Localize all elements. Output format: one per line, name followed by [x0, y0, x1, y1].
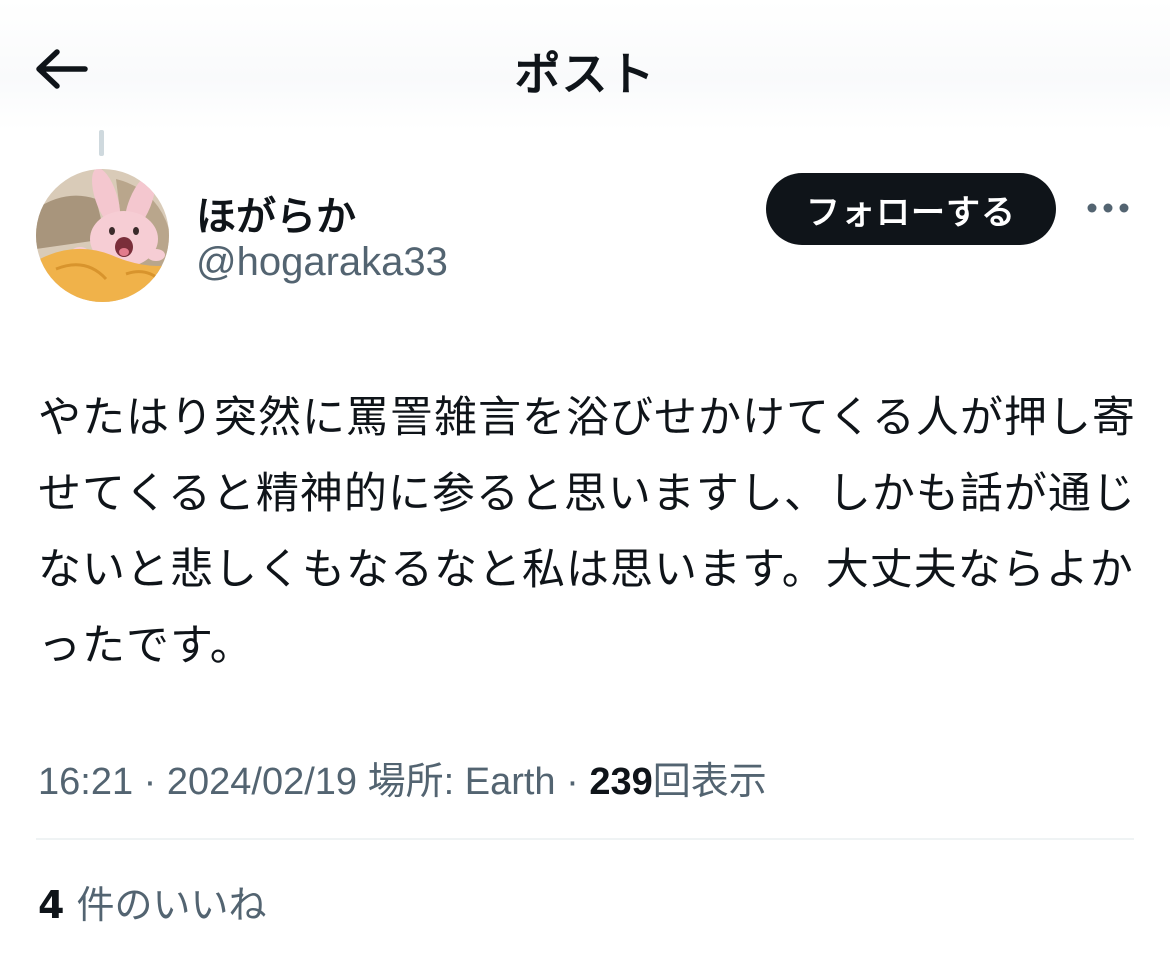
- post-date[interactable]: 2024/02/19: [167, 761, 357, 803]
- ellipsis-icon: [1087, 203, 1129, 213]
- likes-label: 件のいいね: [76, 883, 267, 927]
- page-title: ポスト: [514, 47, 656, 101]
- post-body-text: やたはり突然に罵詈雑言を浴びせかけてくる人が押し寄せてくると精神的に参ると思いま…: [38, 393, 1136, 671]
- follow-button[interactable]: フォローする: [766, 173, 1056, 245]
- top-bar: ポスト: [0, 0, 1170, 130]
- meta-separator: ·: [143, 761, 157, 803]
- post-time[interactable]: 16:21: [38, 761, 133, 803]
- avatar[interactable]: [36, 169, 169, 302]
- more-options-button[interactable]: [1080, 190, 1136, 226]
- view-count: 239: [589, 761, 653, 803]
- likes-link[interactable]: 4 件のいいね: [38, 874, 267, 929]
- post-location: 場所: Earth: [367, 761, 556, 803]
- author-display-name[interactable]: ほがらか: [196, 184, 356, 242]
- view-count-label: 回表示: [652, 761, 767, 803]
- post-metadata: 16:21 · 2024/02/19 場所: Earth · 239回表示: [38, 750, 767, 805]
- divider: [36, 838, 1134, 840]
- meta-separator: ·: [566, 761, 579, 803]
- thread-connector-line: [99, 130, 104, 156]
- author-handle[interactable]: @hogaraka33: [196, 240, 448, 285]
- rabbit-avatar-icon: [36, 169, 169, 302]
- likes-count: 4: [38, 883, 65, 927]
